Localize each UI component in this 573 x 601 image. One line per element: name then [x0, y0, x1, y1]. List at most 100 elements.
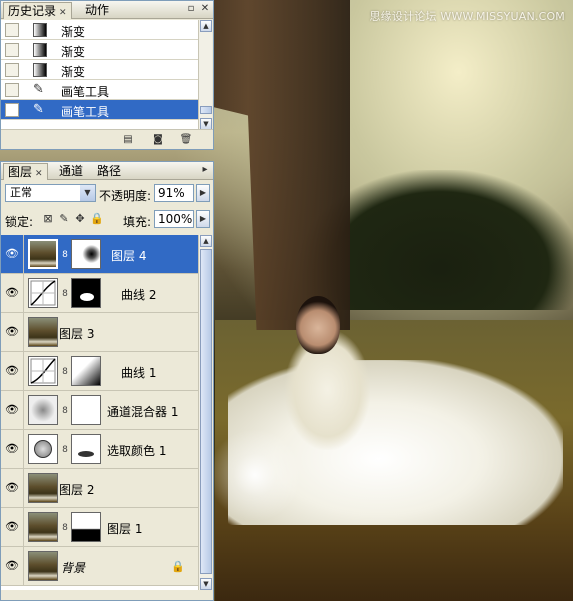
layer-name[interactable]: 选取颜色 1: [107, 442, 166, 459]
chevron-down-icon[interactable]: ▼: [80, 185, 95, 201]
tab-channels-label: 通道: [59, 164, 84, 178]
link-chain-icon[interactable]: 8: [61, 406, 69, 416]
scroll-up-icon[interactable]: ▲: [200, 235, 212, 247]
tab-channels[interactable]: 通道: [55, 163, 87, 180]
layer-row-selected[interactable]: 👁 8 图层 4: [1, 235, 199, 274]
eye-icon[interactable]: 👁: [5, 404, 19, 416]
panel-minimize-icon[interactable]: ▫: [185, 3, 197, 15]
opacity-slider-arrow-icon[interactable]: ▶: [196, 184, 210, 202]
lock-brush-icon[interactable]: ✎: [58, 213, 70, 225]
link-chain-icon[interactable]: 8: [61, 445, 69, 455]
history-snapshot-checkbox[interactable]: [5, 63, 19, 77]
lock-label: 锁定:: [5, 215, 34, 229]
layer-name[interactable]: 通道混合器 1: [107, 403, 178, 420]
panel-close-icon[interactable]: ✕: [199, 3, 211, 15]
blend-mode-select[interactable]: 正常 ▼: [5, 184, 96, 202]
curves-adjustment-icon[interactable]: [28, 278, 58, 308]
scroll-thumb[interactable]: [200, 249, 212, 574]
layer-name[interactable]: 图层 1: [107, 520, 142, 537]
layer-name[interactable]: 曲线 1: [121, 364, 156, 381]
eye-icon[interactable]: 👁: [5, 248, 19, 260]
history-scrollbar[interactable]: ▲ ▼: [198, 20, 212, 130]
history-item[interactable]: 渐变: [1, 60, 199, 80]
layers-scrollbar[interactable]: ▲ ▼: [198, 235, 212, 590]
history-snapshot-checkbox[interactable]: [5, 23, 19, 37]
tab-actions[interactable]: 动作: [81, 2, 113, 19]
history-item[interactable]: 渐变: [1, 40, 199, 60]
trash-icon[interactable]: 🗑: [179, 133, 193, 146]
layer-mask-thumbnail[interactable]: [71, 512, 101, 542]
history-item-label: 渐变: [61, 25, 86, 39]
history-item[interactable]: 渐变: [1, 20, 199, 40]
new-document-icon[interactable]: ▤: [121, 133, 135, 146]
eye-icon[interactable]: 👁: [5, 365, 19, 377]
divider: [23, 352, 24, 390]
gradient-icon: [33, 23, 47, 37]
link-chain-icon[interactable]: 8: [61, 367, 69, 377]
layer-thumbnail[interactable]: [28, 512, 58, 542]
layer-row[interactable]: 👁 8 选取颜色 1: [1, 430, 199, 469]
eye-icon[interactable]: 👁: [5, 482, 19, 494]
eye-icon[interactable]: 👁: [5, 560, 19, 572]
scroll-thumb[interactable]: [200, 106, 212, 114]
eye-icon[interactable]: 👁: [5, 326, 19, 338]
layer-row[interactable]: 👁 图层 2: [1, 469, 199, 508]
eye-icon[interactable]: 👁: [5, 443, 19, 455]
brush-icon: ✎: [33, 102, 44, 117]
history-item[interactable]: ✎ 画笔工具: [1, 80, 199, 100]
history-state-marker-icon[interactable]: [5, 103, 19, 117]
layer-row[interactable]: 👁 8 曲线 1: [1, 352, 199, 391]
tab-layers[interactable]: 图层 ✕: [3, 163, 48, 180]
layer-mask-thumbnail[interactable]: [71, 395, 101, 425]
close-icon[interactable]: ✕: [35, 169, 43, 179]
scroll-up-icon[interactable]: ▲: [200, 20, 212, 32]
layer-name[interactable]: 曲线 2: [121, 286, 156, 303]
eye-icon[interactable]: 👁: [5, 521, 19, 533]
tab-paths-label: 路径: [97, 164, 122, 178]
layer-row[interactable]: 👁 8 通道混合器 1: [1, 391, 199, 430]
tab-history[interactable]: 历史记录 ✕: [3, 2, 72, 19]
history-list: 渐变 渐变 渐变 ✎ 画笔工具 ✎ 画笔工具: [1, 20, 199, 130]
layer-name[interactable]: 背景: [61, 559, 85, 576]
layer-thumbnail[interactable]: [28, 551, 58, 581]
close-icon[interactable]: ✕: [59, 8, 67, 18]
layer-row[interactable]: 👁 图层 3: [1, 313, 199, 352]
eye-icon[interactable]: 👁: [5, 287, 19, 299]
layer-mask-thumbnail[interactable]: [71, 239, 101, 269]
blend-mode-value: 正常: [10, 186, 32, 199]
panel-menu-icon[interactable]: ▸: [199, 164, 211, 176]
selective-color-icon[interactable]: [28, 434, 58, 464]
link-chain-icon[interactable]: 8: [61, 250, 69, 260]
fill-slider-arrow-icon[interactable]: ▶: [196, 210, 210, 228]
screen-root: 思缘设计论坛 WWW.MISSYUAN.COM 历史记录 ✕ 动作 ▫ ✕ 渐变 …: [0, 0, 573, 601]
channel-mixer-icon[interactable]: [28, 395, 58, 425]
lock-transparent-icon[interactable]: ⊠: [42, 213, 54, 225]
link-chain-icon[interactable]: 8: [61, 523, 69, 533]
lock-all-icon[interactable]: 🔒: [90, 213, 104, 225]
tab-paths[interactable]: 路径: [93, 163, 125, 180]
curves-adjustment-icon[interactable]: [28, 356, 58, 386]
history-item-label: 渐变: [61, 45, 86, 59]
layer-name[interactable]: 图层 3: [59, 325, 94, 342]
layer-mask-thumbnail[interactable]: [71, 356, 101, 386]
history-snapshot-checkbox[interactable]: [5, 83, 19, 97]
layer-name[interactable]: 图层 4: [111, 247, 146, 264]
link-chain-icon[interactable]: 8: [61, 289, 69, 299]
gradient-icon: [33, 63, 47, 77]
history-snapshot-checkbox[interactable]: [5, 43, 19, 57]
layer-row[interactable]: 👁 背景 🔒: [1, 547, 199, 586]
layer-thumbnail[interactable]: [28, 317, 58, 347]
layer-thumbnail[interactable]: [28, 239, 58, 269]
layer-name[interactable]: 图层 2: [59, 481, 94, 498]
camera-icon[interactable]: ◙: [151, 133, 165, 146]
lock-move-icon[interactable]: ✥: [74, 213, 86, 225]
layer-mask-thumbnail[interactable]: [71, 434, 101, 464]
layer-thumbnail[interactable]: [28, 473, 58, 503]
history-item-selected[interactable]: ✎ 画笔工具: [1, 100, 199, 120]
scroll-down-icon[interactable]: ▼: [200, 578, 212, 590]
fill-input[interactable]: 100%: [154, 210, 194, 228]
opacity-input[interactable]: 91%: [154, 184, 194, 202]
layer-row[interactable]: 👁 8 曲线 2: [1, 274, 199, 313]
layer-mask-thumbnail[interactable]: [71, 278, 101, 308]
layer-row[interactable]: 👁 8 图层 1: [1, 508, 199, 547]
